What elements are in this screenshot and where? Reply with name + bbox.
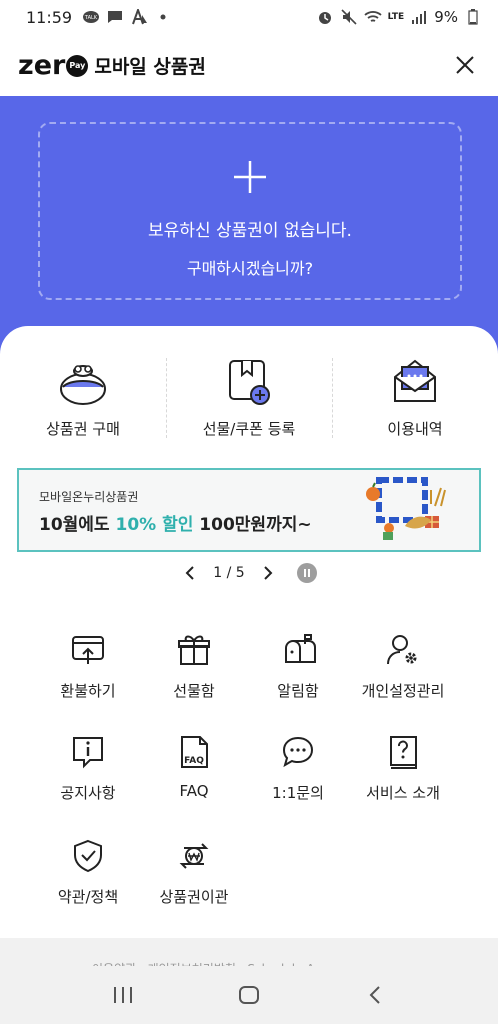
empty-message: 보유하신 상품권이 없습니다. xyxy=(148,221,352,241)
shield-check-icon xyxy=(68,836,108,876)
plus-icon xyxy=(234,161,266,193)
quick-action-label: 이용내역 xyxy=(387,420,443,438)
menu-terms[interactable]: 약관/정책 xyxy=(28,836,148,907)
app-header: zer Pay 모바일 상품권 xyxy=(0,34,498,96)
banner-pager: 1 / 5 xyxy=(0,562,498,584)
won-transfer-icon xyxy=(174,836,214,876)
quick-action-label: 상품권 구매 xyxy=(46,420,120,438)
bookmark-add-icon xyxy=(223,356,275,408)
network-type: LTE xyxy=(387,12,405,22)
recent-apps-icon xyxy=(114,987,132,1003)
recent-apps-button[interactable] xyxy=(103,975,143,1015)
menu-label: 환불하기 xyxy=(60,682,116,700)
system-nav-bar xyxy=(0,966,498,1024)
menu-service-intro[interactable]: 서비스 소개 xyxy=(343,732,463,803)
menu-faq[interactable]: FAQ FAQ xyxy=(134,732,254,800)
battery-percent: 9% xyxy=(434,8,458,26)
wifi-icon xyxy=(364,9,382,25)
quick-actions: 상품권 구매 선물/쿠폰 등록 이용내역 xyxy=(0,356,498,446)
page-title: 모바일 상품권 xyxy=(94,55,206,78)
mailbox-icon xyxy=(278,630,318,670)
menu-label: 선물함 xyxy=(173,682,215,700)
envelope-icon xyxy=(389,356,441,408)
banner-illustration xyxy=(366,477,446,540)
footer-links: 이용약관 · 개인정보처리방침 · Schedule A xyxy=(0,938,498,968)
quick-action-purchase[interactable]: 상품권 구매 xyxy=(0,356,166,446)
menu-label: 1:1문의 xyxy=(272,784,324,802)
menu-transfer[interactable]: 상품권이관 xyxy=(134,836,254,907)
main-sheet: 상품권 구매 선물/쿠폰 등록 이용내역 모바일온누리상품권 10월에도 10%… xyxy=(0,326,498,938)
logo-pay-badge: Pay xyxy=(66,54,89,77)
svg-text:TALK: TALK xyxy=(84,15,98,21)
promo-banner[interactable]: 모바일온누리상품권 10월에도 10% 할인 100만원까지~ xyxy=(17,468,481,552)
quick-action-register[interactable]: 선물/쿠폰 등록 xyxy=(166,356,332,446)
add-voucher-card[interactable]: 보유하신 상품권이 없습니다. 구매하시겠습니까? xyxy=(38,122,462,300)
pager-prev-button[interactable] xyxy=(181,563,199,583)
back-button[interactable] xyxy=(355,975,395,1015)
menu-label: 알림함 xyxy=(277,682,319,700)
banner-subtitle: 모바일온누리상품권 xyxy=(39,490,139,504)
back-icon xyxy=(369,986,380,1004)
menu-personal-settings[interactable]: 개인설정관리 xyxy=(343,630,463,701)
menu-label: 서비스 소개 xyxy=(366,784,440,802)
status-bar: 11:59 TALK LTE 9% xyxy=(0,0,498,34)
close-icon xyxy=(456,56,474,74)
battery-icon xyxy=(464,9,482,25)
notice-icon xyxy=(68,732,108,772)
status-notification-icons: TALK xyxy=(82,9,172,25)
menu-label: 약관/정책 xyxy=(57,888,119,906)
mute-icon xyxy=(340,9,358,25)
font-icon xyxy=(130,9,148,25)
chevron-right-icon xyxy=(264,566,273,580)
menu-label: 상품권이관 xyxy=(159,888,229,906)
menu-inquiry[interactable]: 1:1문의 xyxy=(238,732,358,803)
banner-title-highlight: 10% 할인 xyxy=(115,515,194,535)
status-time: 11:59 xyxy=(26,7,73,27)
help-book-icon xyxy=(383,732,423,772)
menu-notifications[interactable]: 알림함 xyxy=(238,630,358,701)
banner-title: 10월에도 10% 할인 100만원까지~ xyxy=(39,510,312,535)
gift-icon xyxy=(174,630,214,670)
quick-action-history[interactable]: 이용내역 xyxy=(332,356,498,446)
menu-label: FAQ xyxy=(179,782,209,800)
chat-icon xyxy=(278,732,318,772)
banner-title-prefix: 10월에도 xyxy=(39,515,116,535)
zeropay-logo: zer Pay xyxy=(18,49,89,81)
chevron-left-icon xyxy=(185,566,194,580)
pager-pause-button[interactable] xyxy=(296,563,317,583)
home-button[interactable] xyxy=(229,975,269,1015)
close-button[interactable] xyxy=(450,50,480,80)
pager-indicator: 1 / 5 xyxy=(213,565,245,581)
banner-title-suffix: 100만원까지~ xyxy=(193,515,312,535)
dot-icon xyxy=(154,9,172,25)
refund-icon xyxy=(68,630,108,670)
menu-label: 개인설정관리 xyxy=(361,682,445,700)
menu-notice[interactable]: 공지사항 xyxy=(28,732,148,803)
home-icon xyxy=(239,986,259,1004)
menu-label: 공지사항 xyxy=(60,784,116,802)
wallet-icon xyxy=(57,356,109,408)
faq-icon: FAQ xyxy=(174,732,214,772)
alarm-icon xyxy=(316,9,334,25)
user-settings-icon xyxy=(383,630,423,670)
quick-action-label: 선물/쿠폰 등록 xyxy=(202,420,296,438)
logo-text: zer xyxy=(18,49,66,81)
menu-giftbox[interactable]: 선물함 xyxy=(134,630,254,701)
svg-text:FAQ: FAQ xyxy=(184,756,204,766)
talk-icon: TALK xyxy=(82,9,100,25)
menu-refund[interactable]: 환불하기 xyxy=(28,630,148,701)
message-icon xyxy=(106,9,124,25)
pager-next-button[interactable] xyxy=(259,563,277,583)
purchase-prompt: 구매하시겠습니까? xyxy=(186,259,314,278)
status-system-icons: LTE 9% xyxy=(316,8,482,26)
signal-icon xyxy=(410,9,428,25)
